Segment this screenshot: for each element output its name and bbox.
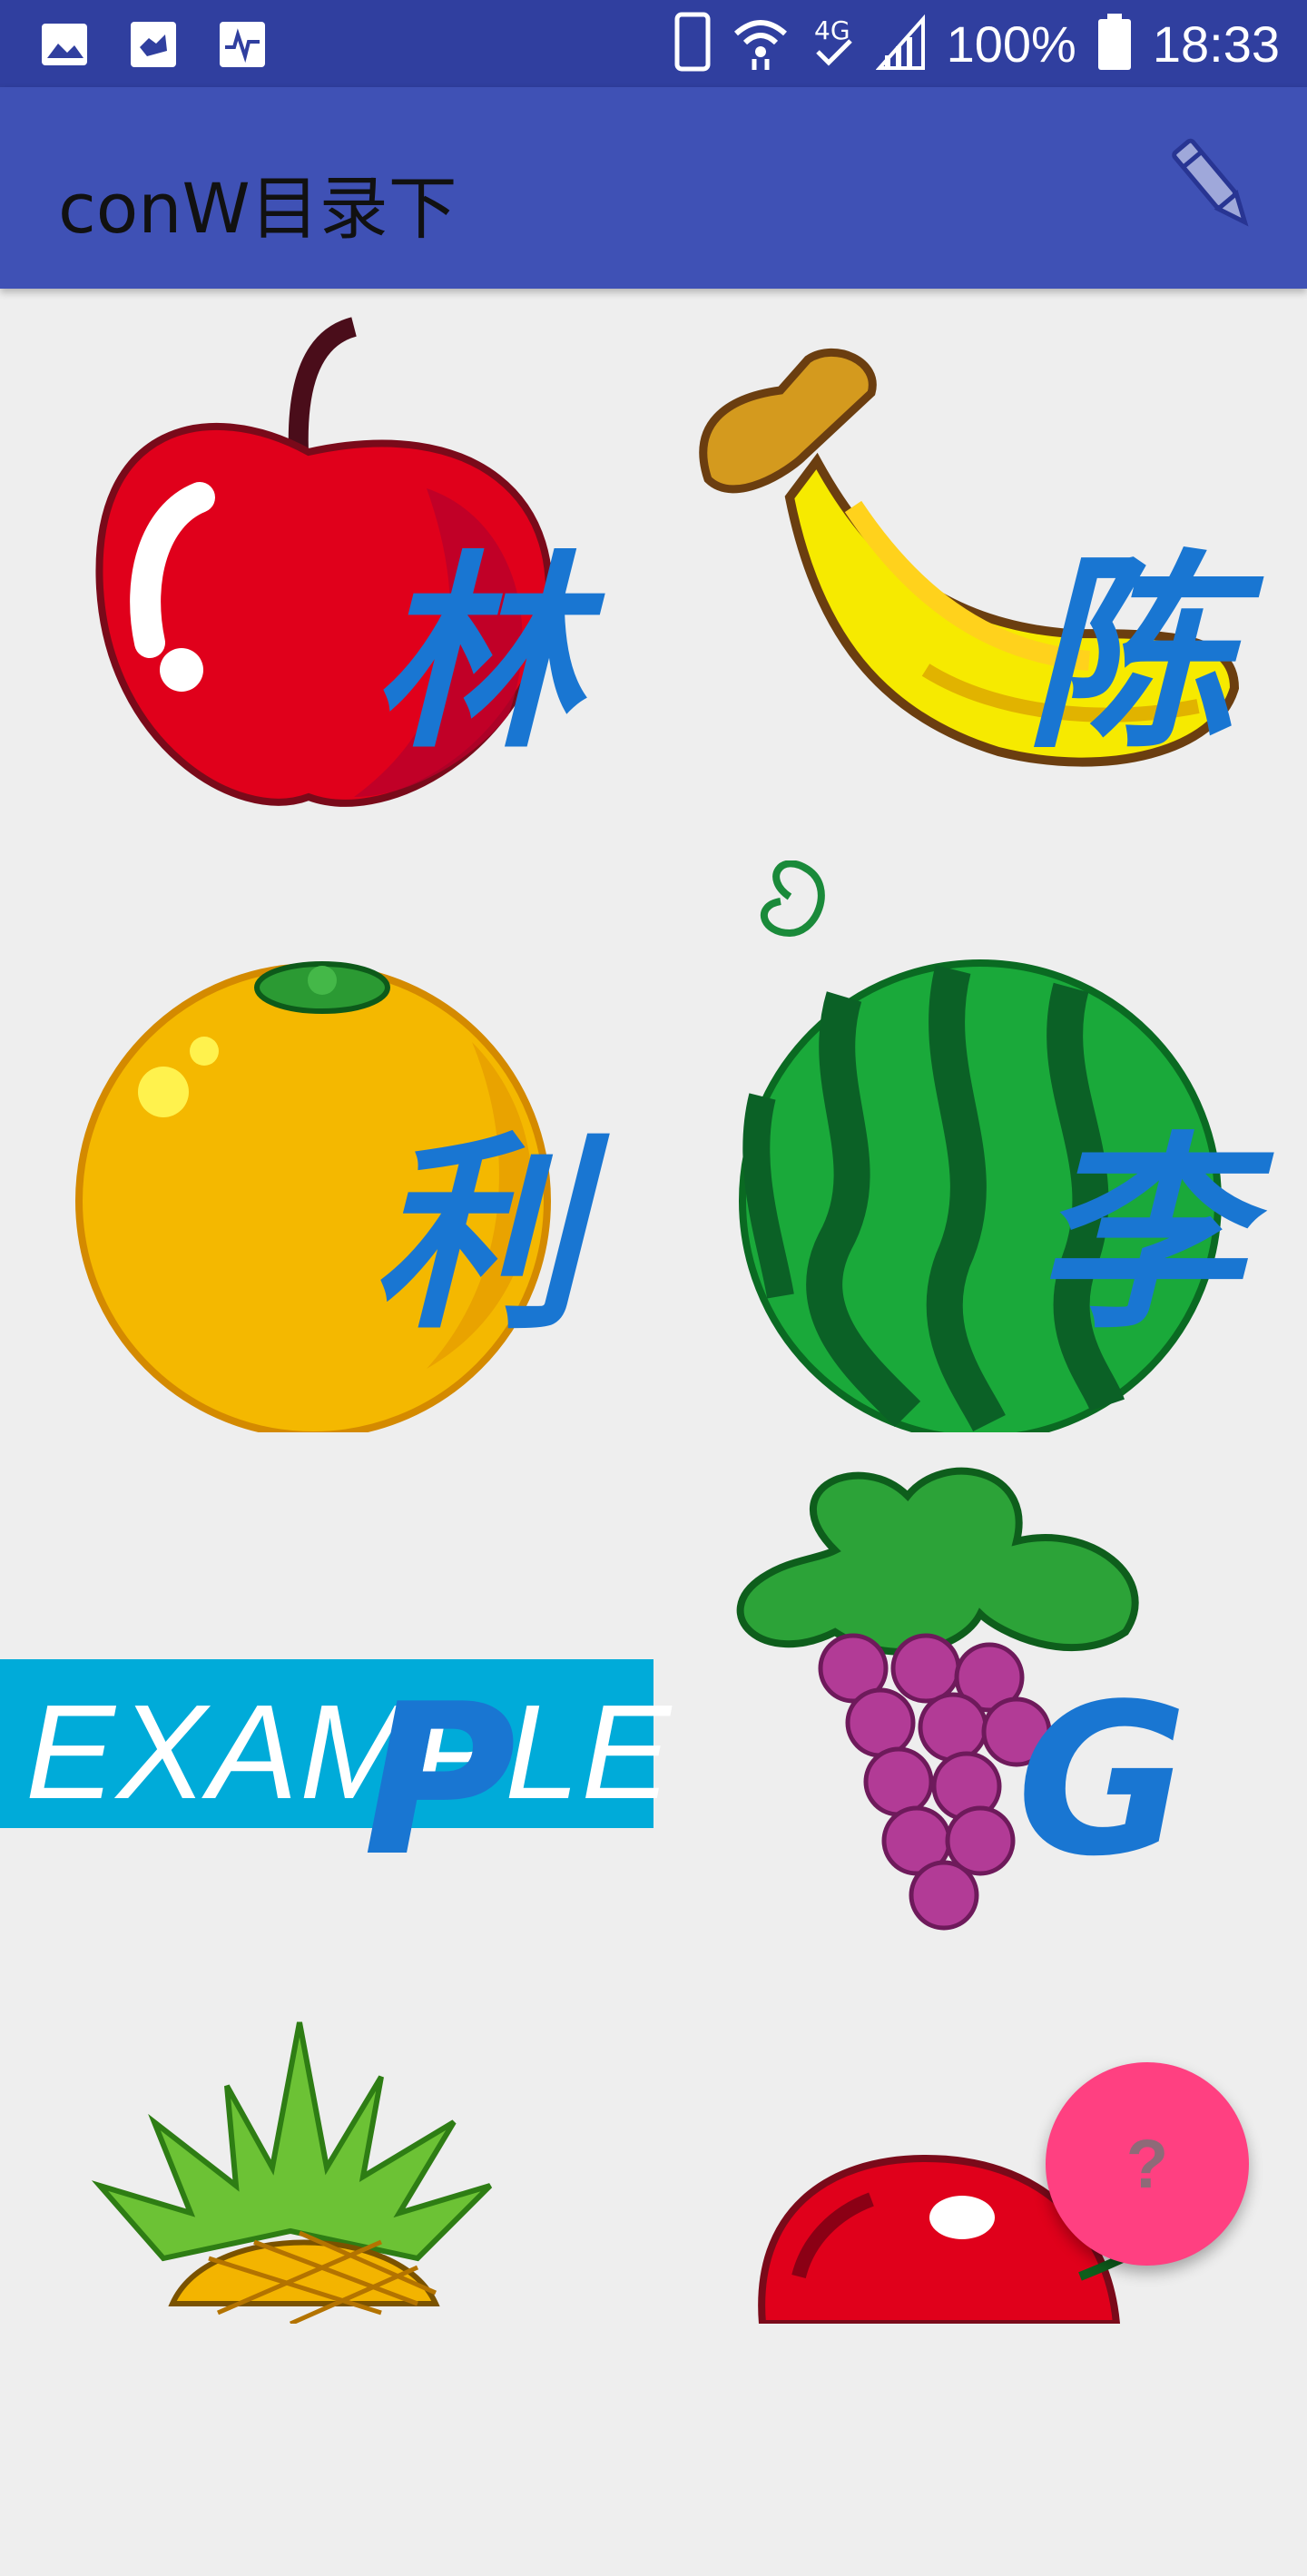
pineapple-icon	[91, 2021, 493, 2324]
grid-item-pineapple[interactable]	[0, 2004, 654, 2576]
grid-item-apple[interactable]: 林	[0, 289, 654, 860]
grid-item-example[interactable]: EXAMPLE P	[0, 1432, 671, 2004]
svg-text:4G: 4G	[814, 15, 850, 45]
activity-icon	[218, 20, 267, 74]
caption: 陈	[1026, 535, 1234, 777]
fruit-grid: 林 陈 利 李 EXAMPLE P G	[0, 289, 1307, 2324]
image-icon	[40, 20, 89, 74]
status-bar: 4G 100% 18:33	[0, 0, 1307, 87]
app-bar: conW目录下	[0, 87, 1307, 289]
grid-item-grapes[interactable]: G	[654, 1432, 1307, 2004]
wifi-icon	[731, 12, 791, 76]
edit-button[interactable]	[1158, 131, 1267, 240]
caption: 李	[1035, 1116, 1243, 1358]
phone-icon	[674, 12, 711, 76]
banner-text: EXAMPLE	[25, 1677, 673, 1827]
help-fab[interactable]: ?	[1046, 2062, 1249, 2266]
grapes-icon	[736, 1467, 1139, 1931]
grid-item-banana[interactable]: 陈	[654, 289, 1307, 860]
edit-icon	[1172, 138, 1249, 227]
caption: 利	[372, 1116, 581, 1358]
hand-icon	[129, 20, 178, 74]
fab-label: ?	[1125, 2125, 1169, 2203]
battery-icon	[1096, 12, 1133, 76]
4g-icon: 4G	[811, 12, 856, 76]
battery-percent: 100%	[946, 15, 1076, 73]
caption: P	[363, 1660, 516, 1903]
page-title: conW目录下	[58, 168, 457, 249]
grid-item-orange[interactable]: 利	[0, 860, 654, 1432]
caption: 林	[372, 535, 581, 777]
signal-icon	[875, 12, 927, 76]
grid-item-watermelon[interactable]: 李	[654, 860, 1307, 1432]
caption: G	[1017, 1660, 1188, 1903]
clock: 18:33	[1152, 15, 1280, 73]
